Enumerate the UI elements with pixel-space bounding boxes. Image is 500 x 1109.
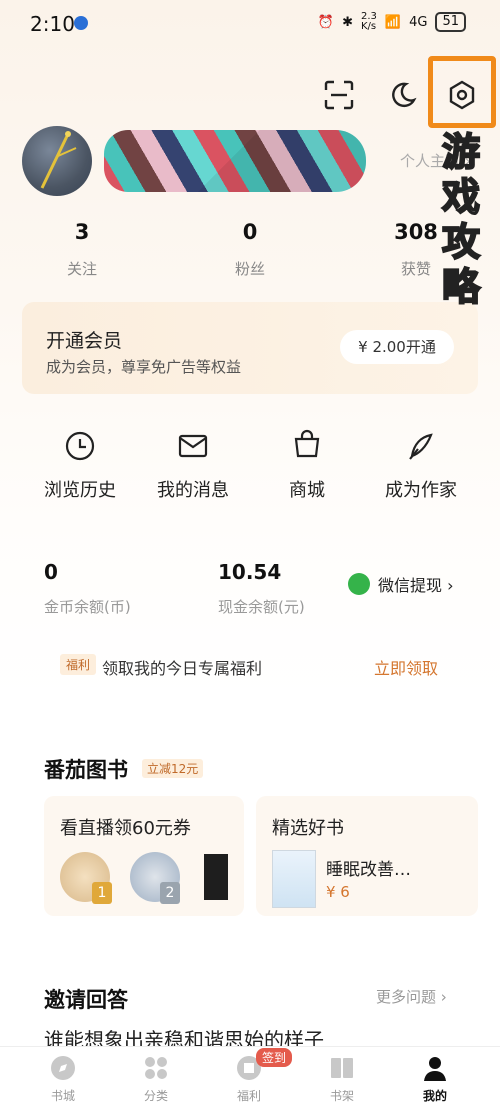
nav-label-bookstore: 书城	[50, 1089, 75, 1103]
cash-balance-value[interactable]: 10.54	[218, 560, 281, 584]
stat-following-value[interactable]: 3	[32, 220, 132, 244]
cash-balance-label: 现金余额(元)	[218, 598, 305, 616]
shopping-bag-icon	[294, 429, 320, 458]
username-censored	[104, 130, 366, 192]
grid-icon	[145, 1057, 167, 1079]
scan-icon[interactable]	[322, 78, 356, 112]
wifi-icon: 📶	[384, 14, 402, 30]
nav-label-mine: 我的	[422, 1089, 447, 1103]
shortcut-mall[interactable]: 商城	[247, 476, 367, 502]
featured-books-title: 精选好书	[272, 818, 344, 839]
invite-answer-title[interactable]: 邀请回答	[44, 984, 128, 1014]
more-questions-link[interactable]: 更多问题 ›	[376, 986, 447, 1007]
wechat-withdraw-label: 微信提现 ›	[378, 576, 454, 595]
vip-open-button[interactable]: ¥ 2.00开通	[340, 330, 454, 364]
nav-bookshelf[interactable]: 书架	[292, 1048, 392, 1104]
nav-label-category: 分类	[143, 1089, 168, 1103]
bluetooth-icon: ✱	[342, 14, 353, 30]
sleep-book-cover	[272, 850, 316, 908]
shortcut-messages[interactable]: 我的消息	[133, 476, 253, 502]
claim-benefit-link[interactable]: 立即领取	[374, 655, 438, 679]
person-icon	[424, 1057, 446, 1081]
compass-icon	[51, 1056, 75, 1080]
sign-in-badge[interactable]: 签到	[256, 1048, 293, 1067]
benefit-tag: 福利	[60, 654, 97, 675]
live-coupon-title: 看直播领60元券	[60, 818, 191, 839]
feather-pen-icon	[409, 433, 433, 460]
vip-title: 开通会员	[46, 330, 123, 352]
nav-bookstore[interactable]: 书城	[13, 1048, 113, 1104]
watermark: 游戏攻略	[441, 129, 481, 310]
status-time: 2:10	[30, 12, 75, 36]
benefit-text: 领取我的今日专属福利	[102, 659, 263, 678]
nav-label-bookshelf: 书架	[329, 1089, 354, 1103]
avatar[interactable]	[22, 126, 92, 196]
mail-icon	[178, 434, 208, 458]
coin-balance-value[interactable]: 0	[44, 560, 58, 584]
shortcut-become-author[interactable]: 成为作家	[361, 476, 481, 502]
discount-badge: 立减12元	[142, 759, 204, 778]
book-thumb-3	[204, 854, 228, 900]
clock-icon	[65, 431, 95, 461]
stat-followers-label: 粉丝	[234, 260, 265, 278]
night-mode-icon[interactable]	[384, 78, 418, 112]
coin-balance-label: 金币余额(币)	[44, 598, 131, 616]
nav-label-welfare: 福利	[236, 1089, 261, 1103]
wechat-withdraw-button[interactable]: 微信提现 ›	[348, 572, 454, 596]
bookshelf-icon	[331, 1058, 353, 1078]
shortcut-history[interactable]: 浏览历史	[20, 476, 140, 502]
settings-icon[interactable]	[445, 78, 479, 112]
rank-badge-1: 1	[92, 882, 112, 904]
stat-following-label: 关注	[66, 260, 97, 278]
vip-subtitle: 成为会员，尊享免广告等权益	[46, 358, 242, 376]
nav-mine[interactable]: 我的	[385, 1048, 485, 1104]
book-price: ¥ 6	[326, 883, 350, 901]
stat-followers-value[interactable]: 0	[200, 220, 300, 244]
alarm-icon: ⏰	[317, 14, 335, 30]
wechat-icon	[348, 573, 370, 595]
status-indicators: ⏰ ✱ 2.3 K/s 📶 4G 51	[318, 12, 466, 32]
net-speed: 2.3 K/s	[361, 11, 377, 32]
rank-badge-2: 2	[160, 882, 180, 904]
nav-category[interactable]: 分类	[106, 1048, 206, 1104]
battery-icon: 51	[435, 12, 466, 32]
notification-dot-icon	[74, 16, 88, 30]
signal-type: 4G	[409, 14, 428, 30]
invite-question[interactable]: 谁能想象出亲稳和谐思始的样子	[44, 1024, 324, 1046]
avatar-image	[40, 131, 77, 189]
book-name: 睡眠改善…	[326, 860, 411, 880]
fanqie-books-title[interactable]: 番茄图书	[44, 754, 128, 784]
